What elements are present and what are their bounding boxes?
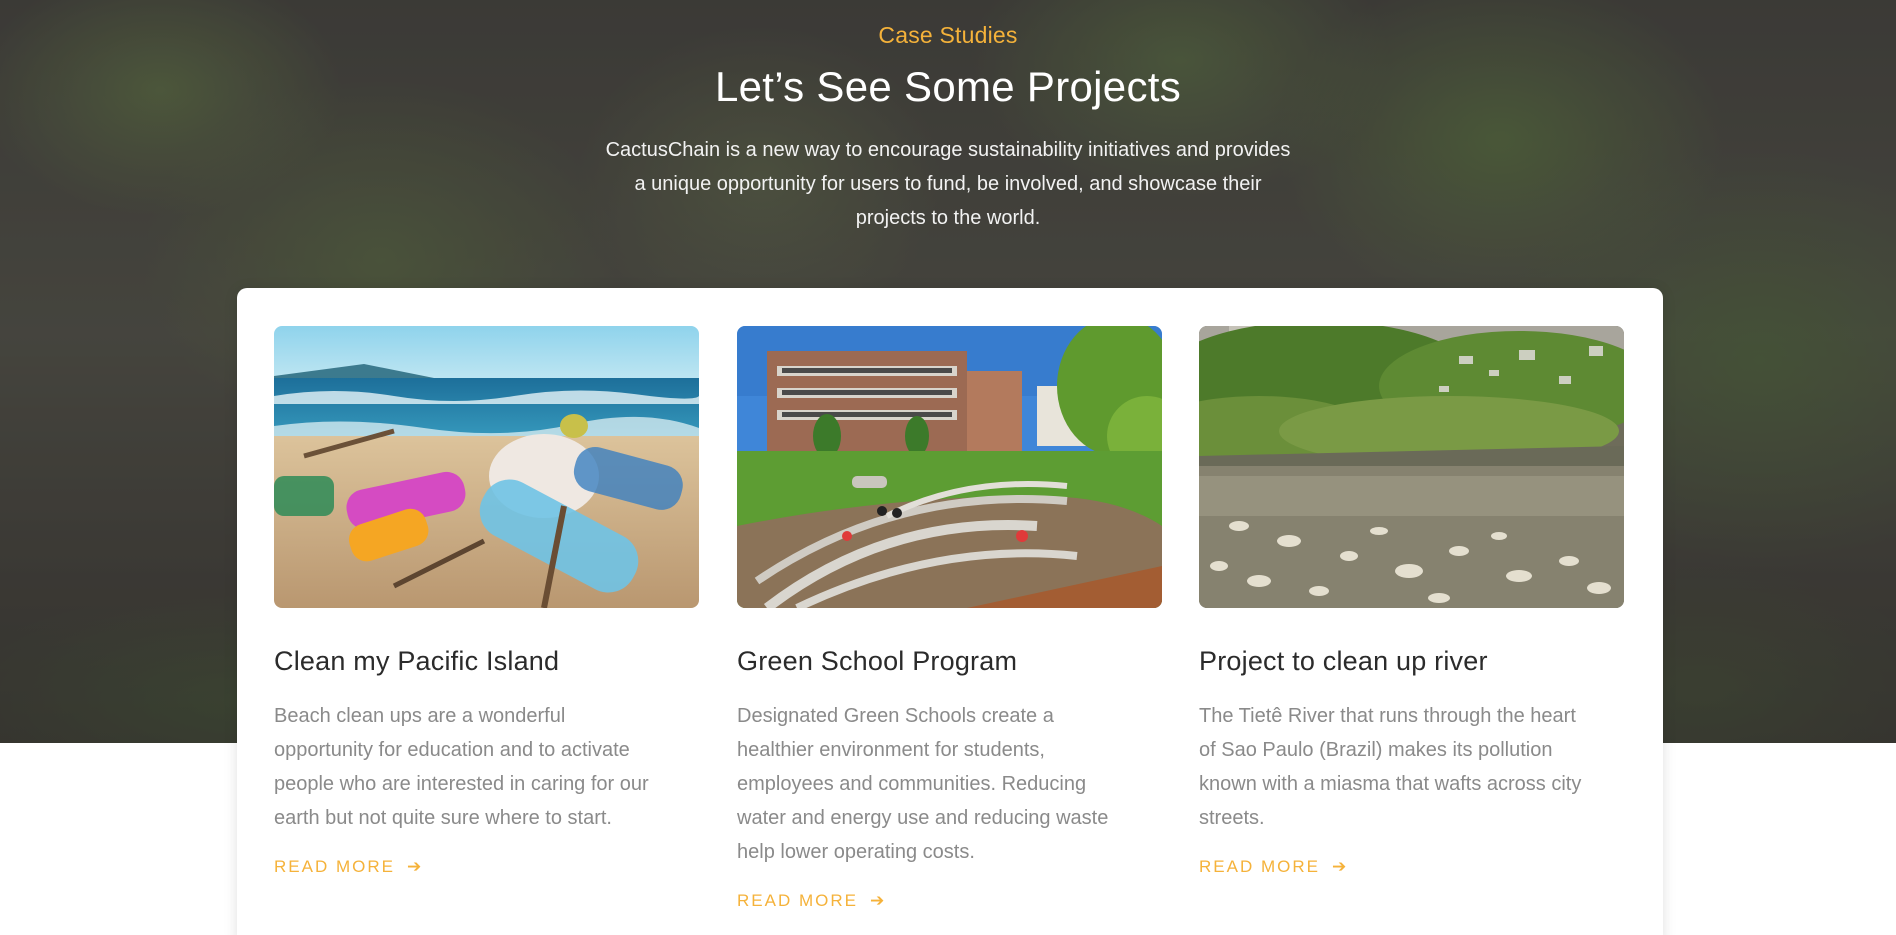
card-description: Designated Green Schools create a health… bbox=[737, 705, 1109, 863]
read-more-label: READ MORE bbox=[737, 891, 858, 910]
read-more-label: READ MORE bbox=[1199, 857, 1320, 876]
project-image-beach[interactable] bbox=[274, 326, 699, 608]
card-title[interactable]: Clean my Pacific Island bbox=[274, 646, 699, 677]
projects-panel: Clean my Pacific Island Beach clean ups … bbox=[237, 288, 1663, 935]
project-card: Green School Program Designated Green Sc… bbox=[737, 326, 1162, 911]
card-description: The Tietê River that runs through the he… bbox=[1199, 705, 1582, 829]
arrow-right-icon: ➔ bbox=[869, 891, 887, 910]
read-more-link[interactable]: READ MORE ➔ bbox=[1199, 857, 1348, 877]
read-more-link[interactable]: READ MORE ➔ bbox=[274, 857, 423, 877]
read-more-link[interactable]: READ MORE ➔ bbox=[737, 891, 886, 911]
section-eyebrow: Case Studies bbox=[878, 22, 1018, 48]
read-more-label: READ MORE bbox=[274, 857, 395, 876]
arrow-right-icon: ➔ bbox=[406, 857, 424, 876]
section-title: Let’s See Some Projects bbox=[714, 63, 1182, 110]
section-intro: CactusChain is a new way to encourage su… bbox=[605, 139, 1291, 229]
section-header: Case Studies Let’s See Some Projects Cac… bbox=[0, 22, 1896, 235]
card-title[interactable]: Project to clean up river bbox=[1199, 646, 1624, 677]
card-title[interactable]: Green School Program bbox=[737, 646, 1162, 677]
arrow-right-icon: ➔ bbox=[1331, 857, 1349, 876]
project-card: Project to clean up river The Tietê Rive… bbox=[1199, 326, 1624, 877]
card-description: Beach clean ups are a wonderful opportun… bbox=[274, 705, 649, 829]
project-image-school[interactable] bbox=[737, 326, 1162, 608]
project-card: Clean my Pacific Island Beach clean ups … bbox=[274, 326, 699, 877]
project-image-river[interactable] bbox=[1199, 326, 1624, 608]
